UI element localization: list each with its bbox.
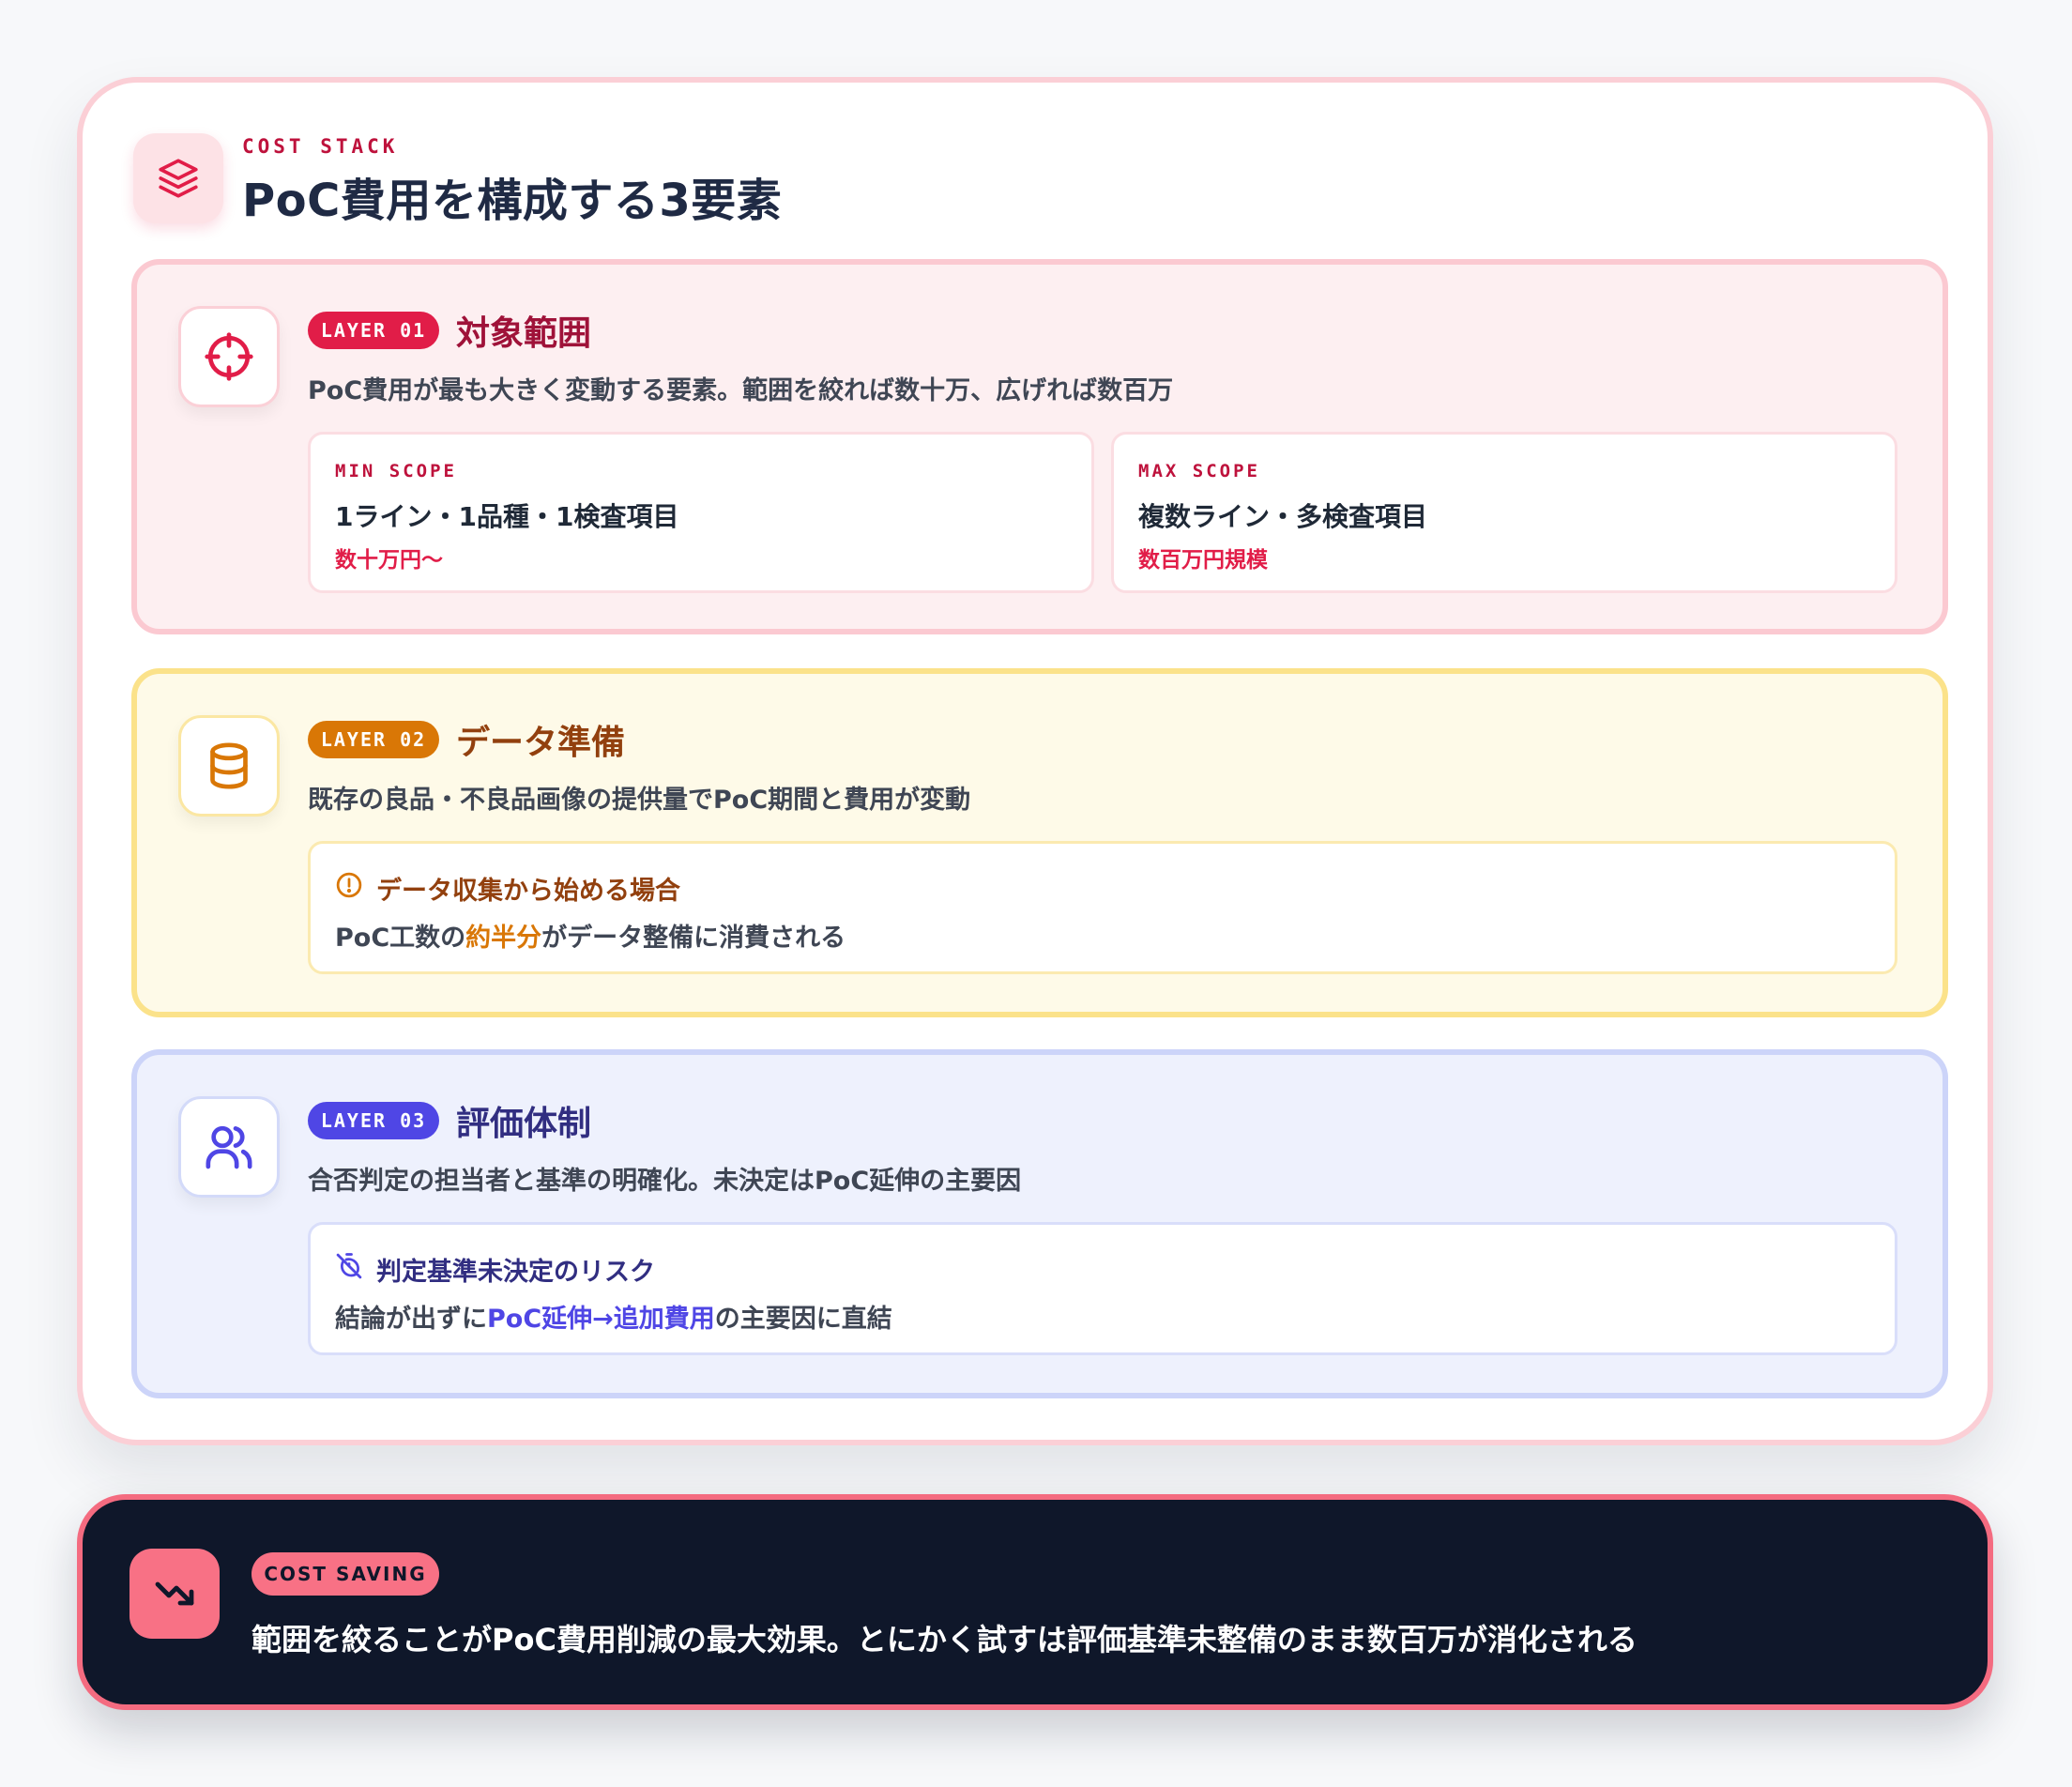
layer-badge: LAYER 02 xyxy=(308,721,439,758)
layers-icon xyxy=(133,133,223,223)
min-scope-box: MIN SCOPE 1ライン・1品種・1検査項目 数十万円〜 xyxy=(308,432,1094,593)
target-icon xyxy=(178,306,280,407)
cost-saving-badge: COST SAVING xyxy=(251,1552,439,1596)
page-title: PoC費用を構成する3要素 xyxy=(242,175,783,227)
cost-saving-text: 範囲を絞ることがPoC費用削減の最大効果。とにかく試すは評価基準未整備のまま数百… xyxy=(251,1622,1638,1657)
trending-down-icon xyxy=(130,1549,220,1639)
scope-label: MAX SCOPE xyxy=(1138,461,1260,481)
note-text: がデータ整備に消費される xyxy=(541,924,846,953)
scope-value: 複数ライン・多検査項目 xyxy=(1138,501,1428,532)
data-note-box: データ収集から始める場合 PoC工数の約半分がデータ整備に消費される xyxy=(308,841,1897,974)
max-scope-box: MAX SCOPE 複数ライン・多検査項目 数百万円規模 xyxy=(1111,432,1897,593)
timer-off-icon xyxy=(335,1252,363,1287)
scope-price: 数十万円〜 xyxy=(335,548,443,573)
layer-title: 評価体制 xyxy=(456,1105,592,1143)
note-body: PoC工数の約半分がデータ整備に消費される xyxy=(335,917,846,954)
note-text: 結論が出ずに xyxy=(335,1305,487,1334)
layer-title: 対象範囲 xyxy=(456,314,592,353)
note-text: の主要因に直結 xyxy=(714,1305,892,1334)
cost-saving-card: COST SAVING 範囲を絞ることがPoC費用削減の最大効果。とにかく試すは… xyxy=(77,1494,1993,1710)
layer-02-card: LAYER 02 データ準備 既存の良品・不良品画像の提供量でPoC期間と費用が… xyxy=(131,668,1948,1017)
note-heading: 判定基準未決定のリスク xyxy=(335,1251,655,1288)
section-eyebrow: COST STACK xyxy=(242,135,399,158)
database-icon xyxy=(178,715,280,817)
layer-title: データ準備 xyxy=(456,724,626,762)
layer-03-card: LAYER 03 評価体制 合否判定の担当者と基準の明確化。未決定はPoC延伸の… xyxy=(131,1049,1948,1398)
layer-01-card: LAYER 01 対象範囲 PoC費用が最も大きく変動する要素。範囲を絞れば数十… xyxy=(131,259,1948,634)
layer-description: PoC費用が最も大きく変動する要素。範囲を絞れば数十万、広げれば数百万 xyxy=(308,376,1174,405)
note-title: 判定基準未決定のリスク xyxy=(376,1258,655,1287)
scope-value: 1ライン・1品種・1検査項目 xyxy=(335,501,679,532)
users-icon xyxy=(178,1096,280,1198)
note-text: PoC工数の xyxy=(335,924,466,953)
note-heading: データ収集から始める場合 xyxy=(335,870,680,907)
note-highlight: PoC延伸→追加費用 xyxy=(487,1305,715,1334)
layer-description: 合否判定の担当者と基準の明確化。未決定はPoC延伸の主要因 xyxy=(308,1167,1022,1196)
note-highlight: 約半分 xyxy=(465,924,542,953)
note-title: データ収集から始める場合 xyxy=(376,877,680,906)
scope-price: 数百万円規模 xyxy=(1138,548,1268,573)
scope-label: MIN SCOPE xyxy=(335,461,457,481)
note-body: 結論が出ずにPoC延伸→追加費用の主要因に直結 xyxy=(335,1298,892,1335)
evaluation-note-box: 判定基準未決定のリスク 結論が出ずにPoC延伸→追加費用の主要因に直結 xyxy=(308,1222,1897,1355)
layer-badge: LAYER 01 xyxy=(308,312,439,349)
layer-badge: LAYER 03 xyxy=(308,1102,439,1139)
layer-description: 既存の良品・不良品画像の提供量でPoC期間と費用が変動 xyxy=(308,786,971,815)
cost-stack-card: COST STACK PoC費用を構成する3要素 LAYER 01 対象範囲 P… xyxy=(77,77,1993,1445)
alert-circle-icon xyxy=(335,871,363,906)
